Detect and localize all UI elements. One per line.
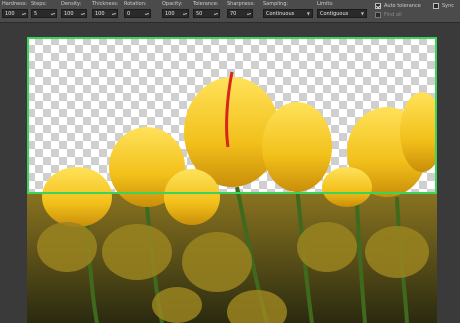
sharpness-spinner-icon[interactable]: ▴▾ <box>247 10 251 18</box>
sharpness-input[interactable]: 70 ▴▾ <box>227 9 253 18</box>
steps-value: 5 <box>34 11 38 17</box>
hardness-control: Hardness: 100 ▴▾ <box>2 1 28 21</box>
auto-tolerance-label: Auto tolerance <box>384 3 421 9</box>
sampling-value: Continuous <box>266 11 295 17</box>
rotation-spinner-icon[interactable]: ▴▾ <box>145 10 149 18</box>
opacity-value: 100 <box>165 11 175 17</box>
density-label: Density: <box>61 1 82 7</box>
opacity-spinner-icon[interactable]: ▴▾ <box>183 10 187 18</box>
sharpness-control: Sharpness: 70 ▴▾ <box>227 1 255 21</box>
rotation-value: 0 <box>127 11 131 17</box>
auto-tolerance-checkbox[interactable] <box>375 3 381 9</box>
find-all-checkbox[interactable] <box>375 12 381 18</box>
chevron-down-icon[interactable]: ▼ <box>307 10 310 18</box>
rotation-input[interactable]: 0 ▴▾ <box>124 9 151 18</box>
density-spinner-icon[interactable]: ▴▾ <box>81 10 85 18</box>
thickness-value: 100 <box>95 11 105 17</box>
sampling-control: Sampling: Continuous ▼ <box>263 1 313 21</box>
thickness-spinner-icon[interactable]: ▴▾ <box>112 10 116 18</box>
tolerance-spinner-icon[interactable]: ▴▾ <box>214 10 218 18</box>
limits-select[interactable]: Contiguous ▼ <box>317 9 367 18</box>
sync-label: Sync <box>442 3 455 9</box>
rotation-control: Rotation: 0 ▴▾ <box>124 1 151 21</box>
limits-value: Contiguous <box>320 11 349 17</box>
find-all-label: Find all <box>384 12 402 18</box>
limits-label: Limits: <box>317 1 334 7</box>
hardness-input[interactable]: 100 ▴▾ <box>2 9 28 18</box>
sharpness-label: Sharpness: <box>227 1 255 7</box>
tolerance-input[interactable]: 50 ▴▾ <box>193 9 220 18</box>
tool-options-bar: Hardness: 100 ▴▾ Steps: 5 ▴▾ Density: 10… <box>0 0 460 23</box>
opacity-control: Opacity: 100 ▴▾ <box>162 1 189 21</box>
steps-control: Steps: 5 ▴▾ <box>31 1 57 21</box>
opacity-label: Opacity: <box>162 1 183 7</box>
hardness-value: 100 <box>5 11 15 17</box>
hardness-spinner-icon[interactable]: ▴▾ <box>22 10 26 18</box>
density-value: 100 <box>64 11 74 17</box>
density-input[interactable]: 100 ▴▾ <box>61 9 87 18</box>
thickness-control: Thickness: 100 ▴▾ <box>92 1 118 21</box>
density-control: Density: 100 ▴▾ <box>61 1 87 21</box>
steps-input[interactable]: 5 ▴▾ <box>31 9 57 18</box>
selection-marquee[interactable] <box>27 37 437 194</box>
tolerance-control: Tolerance: 50 ▴▾ <box>193 1 220 21</box>
opacity-input[interactable]: 100 ▴▾ <box>162 9 189 18</box>
sync-checkbox[interactable] <box>433 3 439 9</box>
steps-label: Steps: <box>31 1 47 7</box>
limits-control: Limits: Contiguous ▼ <box>317 1 367 21</box>
thickness-input[interactable]: 100 ▴▾ <box>92 9 118 18</box>
rotation-label: Rotation: <box>124 1 147 7</box>
sampling-select[interactable]: Continuous ▼ <box>263 9 313 18</box>
sampling-label: Sampling: <box>263 1 289 7</box>
tolerance-value: 50 <box>196 11 203 17</box>
steps-spinner-icon[interactable]: ▴▾ <box>51 10 55 18</box>
thickness-label: Thickness: <box>92 1 119 7</box>
chevron-down-icon[interactable]: ▼ <box>361 10 364 18</box>
tolerance-label: Tolerance: <box>193 1 219 7</box>
sharpness-value: 70 <box>230 11 237 17</box>
hardness-label: Hardness: <box>2 1 28 7</box>
